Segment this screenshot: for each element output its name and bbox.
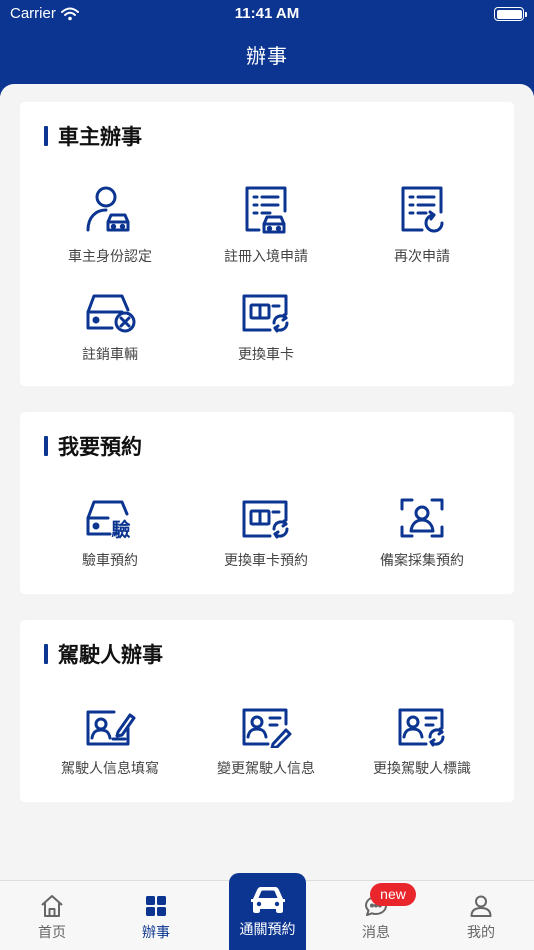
tab-border-booking[interactable]: 通關預約 [229,873,306,950]
id-card-refresh-icon [398,708,445,747]
section-title: 我要預約 [44,434,142,459]
home-icon [41,895,63,917]
service-reapply[interactable]: 再次申請 [332,184,512,266]
service-label: 再次申請 [394,249,450,265]
service-label: 變更駕駛人信息 [217,761,315,777]
replace-card-icon [242,294,289,333]
section-title: 駕駛人辦事 [44,642,163,667]
tab-bar: 首页 辦事 通關預約 消息 new 我的 [0,873,534,950]
service-replace-card[interactable]: 更換車卡 [176,292,356,364]
service-label: 更換車卡預約 [224,553,308,569]
main-content: 車主辦事 車主身份認定 註冊入境申請 再次申請 註銷車輛 更換車卡 我要預約 驗… [0,84,534,880]
owner-car-icon [86,186,130,232]
service-label: 註冊入境申請 [224,249,308,265]
status-time: 11:41 AM [234,5,300,22]
service-cancel-vehicle[interactable]: 註銷車輛 [20,290,200,364]
face-scan-icon [400,498,444,538]
service-owner-identity[interactable]: 車主身份認定 [20,184,200,266]
service-label: 更換駕駛人標識 [373,761,471,777]
section-title: 車主辦事 [44,124,142,149]
user-icon [470,895,492,917]
service-label: 註銷車輛 [82,347,138,363]
cancel-vehicle-icon [86,294,136,333]
reapply-icon [401,186,444,233]
tab-services[interactable]: 辦事 [111,881,201,950]
replace-card-icon [242,500,289,539]
driver-services-card: 駕駛人辦事 駕駛人信息填寫 變更駕駛人信息 更換駕駛人標識 [20,620,514,802]
id-card-pen-icon [86,710,136,746]
inspection-car-icon: 驗 [86,500,131,540]
tab-label: 我的 [467,925,495,941]
title-accent-bar [44,436,48,456]
new-badge: new [370,883,416,906]
battery-icon [494,7,527,21]
service-register-entry[interactable]: 註冊入境申請 [176,184,356,266]
service-label: 驗車預約 [82,553,138,569]
svg-text:驗: 驗 [111,518,130,540]
title-accent-bar [44,126,48,146]
tab-label: 通關預約 [239,922,296,938]
id-card-edit-icon [242,708,292,748]
service-driver-info-fill[interactable]: 駕駛人信息填寫 [20,706,200,778]
section-title-text: 駕駛人辦事 [58,643,163,667]
tab-label: 辦事 [142,925,170,941]
title-accent-bar [44,644,48,664]
service-face-capture-booking[interactable]: 備案採集預約 [332,496,512,570]
service-driver-badge-replace[interactable]: 更換駕駛人標識 [332,706,512,778]
owner-services-card: 車主辦事 車主身份認定 註冊入境申請 再次申請 註銷車輛 更換車卡 [20,102,514,386]
tab-home[interactable]: 首页 [7,881,97,950]
service-label: 備案採集預約 [380,553,464,569]
car-icon [250,887,285,913]
tab-label: 消息 [362,925,390,941]
tab-profile[interactable]: 我的 [436,881,526,950]
service-inspection-booking[interactable]: 驗 驗車預約 [20,496,200,570]
section-title-text: 車主辦事 [58,125,142,149]
register-entry-icon [245,186,287,234]
service-replace-card-booking[interactable]: 更換車卡預約 [176,498,356,570]
booking-card: 我要預約 驗 驗車預約 更換車卡預約 備案採集預約 [20,412,514,594]
service-driver-info-change[interactable]: 變更駕駛人信息 [176,706,356,778]
service-label: 更換車卡 [238,347,294,363]
service-label: 駕駛人信息填寫 [61,761,159,777]
header: Carrier 11:41 AM 辦事 [0,0,534,96]
section-title-text: 我要預約 [58,435,142,459]
status-bar: Carrier 11:41 AM [0,0,534,28]
service-label: 車主身份認定 [68,249,152,265]
page-title: 辦事 [246,44,288,68]
tab-label: 首页 [38,925,66,941]
grid-icon [146,896,166,916]
